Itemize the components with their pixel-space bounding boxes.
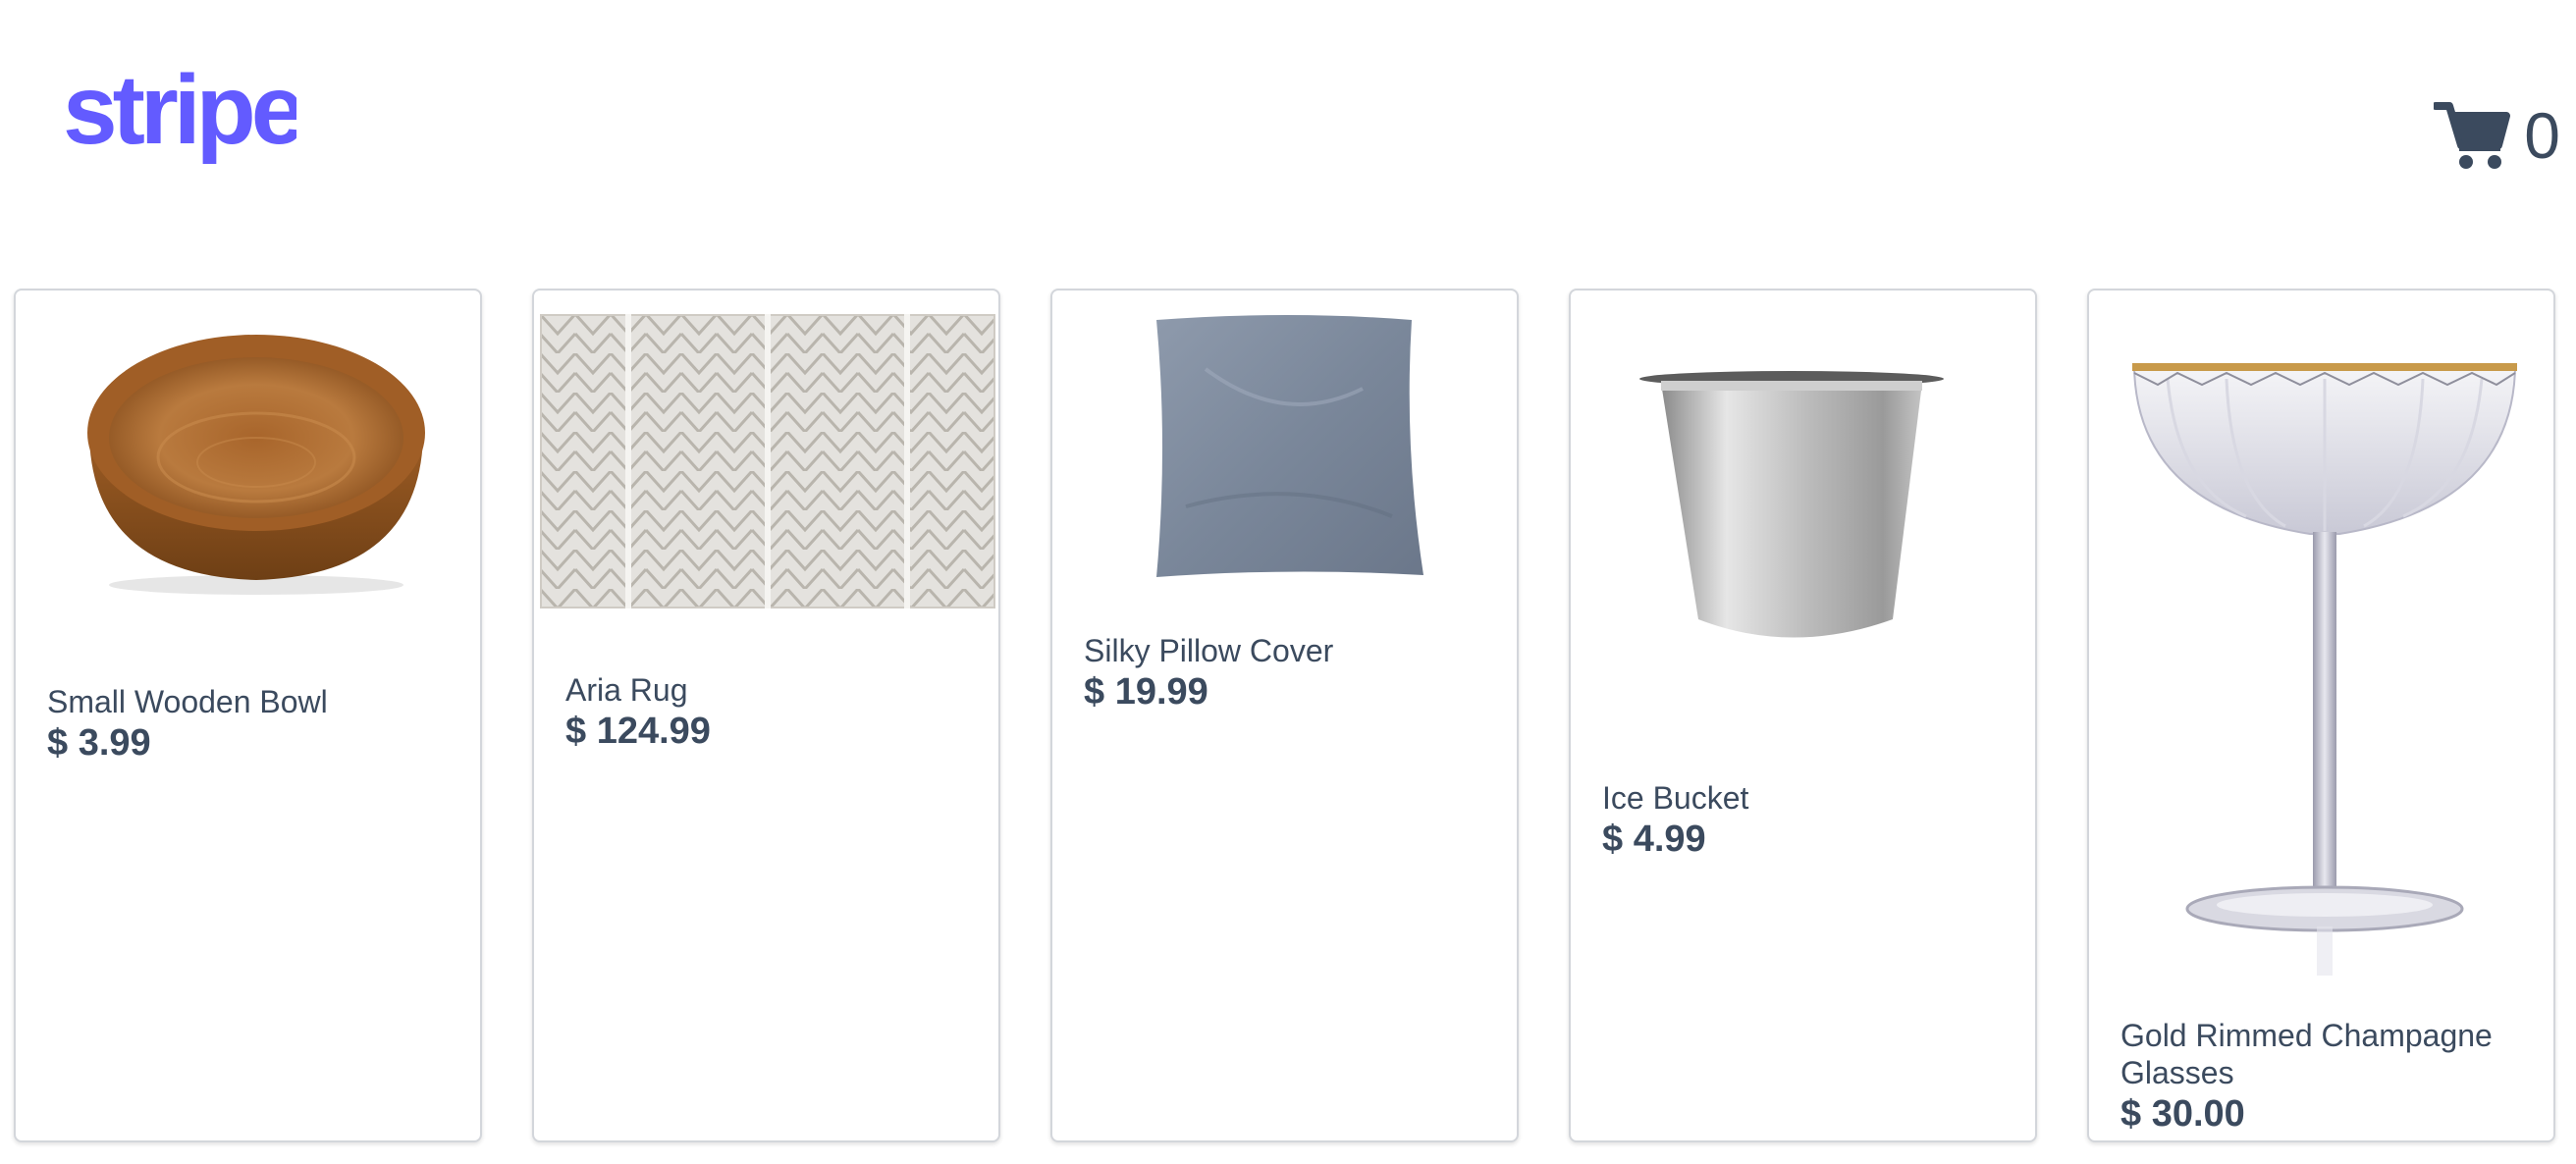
product-price: $ 4.99 — [1602, 819, 1706, 860]
product-price: $ 3.99 — [47, 722, 151, 764]
product-name: Aria Rug — [565, 672, 688, 708]
product-name: Ice Bucket — [1602, 780, 1749, 816]
product-card-silky-pillow-cover[interactable]: Silky Pillow Cover $ 19.99 — [1050, 289, 1519, 1142]
product-info: Gold Rimmed Champagne Glasses $ 30.00 — [2120, 1017, 2526, 1137]
pillow-image — [1147, 310, 1431, 585]
ice-bucket-image — [1639, 369, 1954, 663]
product-price: $ 30.00 — [2120, 1093, 2245, 1135]
product-card-gold-rimmed-champagne-glasses[interactable]: Gold Rimmed Champagne Glasses $ 30.00 — [2087, 289, 2555, 1142]
rug-image — [540, 314, 995, 608]
product-info: Small Wooden Bowl $ 3.99 — [47, 683, 453, 766]
wooden-bowl-image — [45, 310, 457, 605]
shopping-cart-icon — [2434, 102, 2511, 169]
cart-count: 0 — [2524, 99, 2560, 172]
product-info: Ice Bucket $ 4.99 — [1602, 779, 2008, 862]
svg-text:stripe: stripe — [63, 61, 296, 165]
cart-button[interactable]: 0 — [2434, 96, 2560, 175]
product-price: $ 19.99 — [1084, 671, 1208, 713]
stripe-logo[interactable]: stripe — [61, 61, 296, 175]
product-grid: Small Wooden Bowl $ 3.99 Aria Rug $ 124.… — [14, 289, 2564, 1144]
product-card-small-wooden-bowl[interactable]: Small Wooden Bowl $ 3.99 — [14, 289, 482, 1142]
product-card-ice-bucket[interactable]: Ice Bucket $ 4.99 — [1569, 289, 2037, 1142]
product-price: $ 124.99 — [565, 711, 711, 752]
product-name: Small Wooden Bowl — [47, 684, 328, 719]
product-info: Silky Pillow Cover $ 19.99 — [1084, 632, 1489, 714]
champagne-glass-image — [2128, 359, 2521, 987]
product-card-aria-rug[interactable]: Aria Rug $ 124.99 — [532, 289, 1000, 1142]
product-name: Gold Rimmed Champagne Glasses — [2120, 1018, 2493, 1090]
product-name: Silky Pillow Cover — [1084, 633, 1334, 668]
product-info: Aria Rug $ 124.99 — [565, 671, 971, 754]
site-header: stripe 0 — [0, 0, 2576, 285]
